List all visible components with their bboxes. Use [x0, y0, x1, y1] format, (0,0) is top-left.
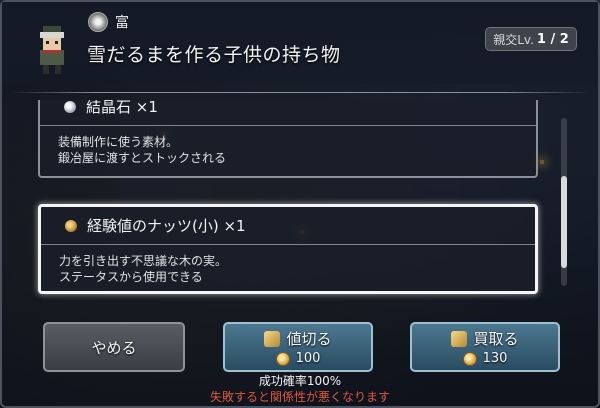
- scrollbar-thumb[interactable]: [561, 176, 567, 268]
- item-list[interactable]: 結晶石 ×1 装備制作に使う素材。 鍛冶屋に渡すとストックされる 経験値のナッツ…: [30, 100, 548, 302]
- item-card-crystal[interactable]: 結晶石 ×1 装備制作に使う素材。 鍛冶屋に渡すとストックされる: [38, 100, 538, 178]
- trait-label: 富: [115, 15, 129, 31]
- cancel-button[interactable]: やめる: [43, 322, 185, 372]
- item-description-line: ステータスから使用できる: [59, 270, 203, 284]
- success-rate-text: 成功確率100%: [258, 374, 342, 388]
- buy-button[interactable]: 買取る 130: [410, 322, 560, 372]
- item-description-line: 力を引き出す不思議な木の実。: [59, 254, 228, 268]
- haggle-icon: [264, 330, 281, 347]
- crystal-icon: [64, 100, 76, 113]
- cancel-label: やめる: [91, 338, 137, 357]
- coin-icon: [275, 351, 290, 366]
- buy-icon: [451, 330, 468, 347]
- nut-icon: [65, 219, 77, 232]
- dialog-title: 雪だるまを作る子供の持ち物: [87, 44, 341, 66]
- friendship-label: 親交Lv.: [493, 32, 534, 47]
- haggle-button[interactable]: 値切る 100: [223, 322, 373, 372]
- item-name: 結晶石 ×1: [86, 100, 158, 116]
- item-description-line: 装備制作に使う素材。: [58, 135, 179, 149]
- coin-icon: [462, 351, 477, 366]
- friendship-value: 1 / 2: [536, 31, 569, 47]
- haggle-cost: 100: [295, 351, 321, 366]
- failure-warning-text: 失敗すると関係性が悪くなります: [209, 390, 390, 404]
- item-name: 経験値のナッツ(小) ×1: [87, 217, 246, 235]
- buy-label: 買取る: [473, 330, 519, 348]
- buy-cost: 130: [482, 351, 508, 366]
- npc-portrait: [40, 26, 64, 74]
- header-divider: [10, 92, 590, 93]
- friendship-level-badge: 親交Lv. 1 / 2: [485, 27, 577, 51]
- item-description-line: 鍛冶屋に渡すとストックされる: [58, 151, 227, 165]
- wealth-emblem-icon: [88, 12, 108, 32]
- item-card-nut[interactable]: 経験値のナッツ(小) ×1 力を引き出す不思議な木の実。 ステータスから使用でき…: [38, 204, 538, 294]
- haggle-label: 値切る: [286, 330, 332, 348]
